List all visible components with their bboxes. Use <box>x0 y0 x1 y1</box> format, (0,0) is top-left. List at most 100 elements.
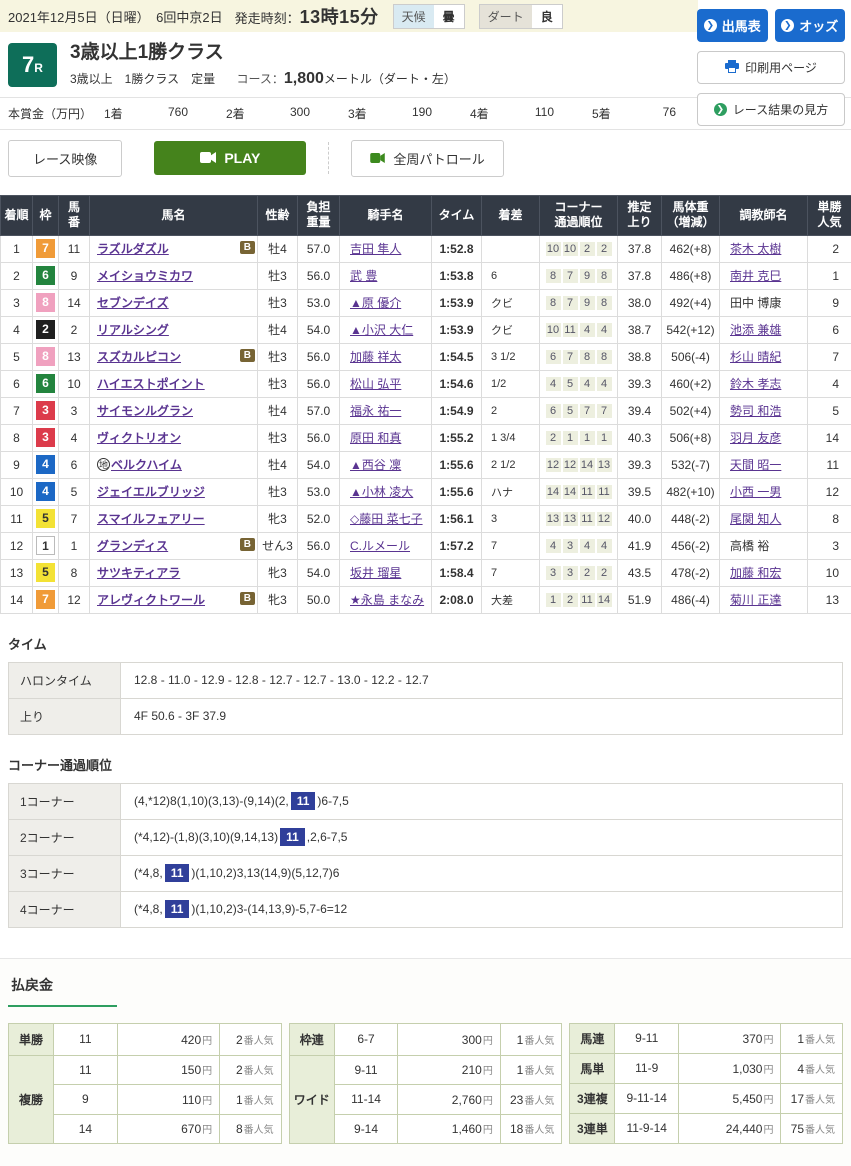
winner-number-highlight: 11 <box>165 864 190 882</box>
odds-button[interactable]: ❯ オッズ <box>775 9 846 42</box>
race-video-button[interactable]: レース映像 <box>8 140 122 177</box>
trainer-name-link[interactable]: 小西 一男 <box>730 485 781 499</box>
jockey-name-link[interactable]: 原田 和真 <box>350 431 401 445</box>
horse-name-link[interactable]: ラズルダズル <box>97 242 169 256</box>
margin: 3 <box>482 505 540 532</box>
play-button[interactable]: PLAY <box>154 141 306 175</box>
jockey-cell: ▲小林 凌大 <box>340 478 432 505</box>
corner-position: 12 <box>597 512 612 526</box>
horse-name-link[interactable]: サイモンルグラン <box>97 404 193 418</box>
corner-position: 8 <box>597 350 612 364</box>
payout-row: 単勝11420円2番人気 <box>9 1023 282 1055</box>
horse-name-link[interactable]: アレヴィクトワール <box>97 593 205 607</box>
trainer-name-link[interactable]: 池添 兼雄 <box>730 323 781 337</box>
column-header: 単勝人気 <box>808 195 851 235</box>
corner-position: 14 <box>546 485 561 499</box>
corner-position: 11 <box>597 485 612 499</box>
horse-weight: 506(+8) <box>662 424 720 451</box>
jockey-name-link[interactable]: ▲西谷 凜 <box>350 458 401 472</box>
jockey-name-link[interactable]: 加藤 祥太 <box>350 350 401 364</box>
sex-age: 牡4 <box>258 316 298 343</box>
trainer-name-link[interactable]: 尾関 知人 <box>730 512 781 526</box>
trainer-name-link[interactable]: 杉山 晴紀 <box>730 350 781 364</box>
jockey-name-link[interactable]: C.ルメール <box>350 539 410 553</box>
video-camera-icon <box>200 150 216 166</box>
horse-number: 10 <box>59 370 90 397</box>
horse-number: 2 <box>59 316 90 343</box>
trainer-name-link[interactable]: 天間 昭一 <box>730 458 781 472</box>
jockey-cell: 坂井 瑠星 <box>340 559 432 586</box>
chevron-circle-icon: ❯ <box>714 103 727 116</box>
patrol-video-button[interactable]: 全周パトロール <box>351 140 503 177</box>
sex-age: 牡3 <box>258 262 298 289</box>
result-guide-button[interactable]: ❯ レース結果の見方 <box>697 93 845 126</box>
trainer-name-link[interactable]: 勢司 和浩 <box>730 404 781 418</box>
jockey-name-link[interactable]: 吉田 隼人 <box>350 242 401 256</box>
horse-name-link[interactable]: ヴィクトリオン <box>97 431 181 445</box>
corner-order-text: (*4,8, <box>134 902 163 916</box>
jockey-name-link[interactable]: 松山 弘平 <box>350 377 401 391</box>
horse-name-link[interactable]: メイショウミカワ <box>97 269 193 283</box>
waku-badge: 8 <box>36 293 55 312</box>
horse-name-link[interactable]: スマイルフェアリー <box>97 512 205 526</box>
last-3f-time: 40.3 <box>618 424 662 451</box>
last-3f-time: 39.3 <box>618 370 662 397</box>
jockey-name-link[interactable]: ▲小沢 大仁 <box>350 323 413 337</box>
horse-name-link[interactable]: セブンデイズ <box>97 296 169 310</box>
trainer-name-link[interactable]: 羽月 友彦 <box>730 431 781 445</box>
payout-row: 3連複9-11-145,450円17番人気 <box>570 1083 843 1113</box>
horse-name-cell: メイショウミカワ <box>90 262 258 289</box>
jockey-name-link[interactable]: 坂井 瑠星 <box>350 566 401 580</box>
horse-name-link[interactable]: リアルシング <box>97 323 169 337</box>
corner-positions-cell: 6577 <box>540 397 618 424</box>
shutsuba-button[interactable]: ❯ 出馬表 <box>697 9 768 42</box>
corner-position: 1 <box>580 431 595 445</box>
column-header: 調教師名 <box>720 195 808 235</box>
margin: 3 1/2 <box>482 343 540 370</box>
horse-name-link[interactable]: サツキティアラ <box>97 566 180 580</box>
corner-position: 11 <box>580 593 595 607</box>
payout-popularity-value: 75 <box>791 1122 804 1136</box>
finish-position: 9 <box>1 451 33 478</box>
jockey-cell: 松山 弘平 <box>340 370 432 397</box>
prize-items: 1着7602着3003着1904着1105着76 <box>104 105 714 122</box>
jockey-name-link[interactable]: ▲原 優介 <box>350 296 401 310</box>
jockey-name-link[interactable]: ◇藤田 菜七子 <box>350 512 423 526</box>
sex-age: 牡3 <box>258 424 298 451</box>
course-distance: 1,800 <box>284 70 324 87</box>
trainer-name-link[interactable]: 鈴木 孝志 <box>730 377 781 391</box>
corner-position: 11 <box>563 323 578 337</box>
print-page-button[interactable]: 印刷用ページ <box>697 51 845 84</box>
corner-position: 7 <box>580 404 595 418</box>
jockey-name-link[interactable]: ★永島 まなみ <box>350 593 424 607</box>
yen-unit: 円 <box>763 1035 773 1046</box>
corner-order-text: ,2,6-7,5 <box>307 830 348 844</box>
horse-number: 14 <box>59 289 90 316</box>
horse-number: 5 <box>59 478 90 505</box>
time-section-title: タイム <box>8 634 843 653</box>
trainer-cell: 菊川 正達 <box>720 586 808 613</box>
start-time-value: 13時15分 <box>300 7 379 27</box>
horse-name-link[interactable]: ベルクハイム <box>111 458 182 472</box>
margin: 大差 <box>482 586 540 613</box>
horse-name-link[interactable]: ハイエストポイント <box>97 377 205 391</box>
weather-box: 天候 曇 <box>393 4 465 29</box>
prize-rank: 5着 <box>592 105 638 122</box>
trainer-name-link[interactable]: 加藤 和宏 <box>730 566 781 580</box>
trainer-name-link[interactable]: 菊川 正達 <box>730 593 781 607</box>
jockey-name-link[interactable]: ▲小林 凌大 <box>350 485 413 499</box>
corner-position: 9 <box>580 296 595 310</box>
table-row: 1711Bラズルダズル牡457.0吉田 隼人1:52.810102237.846… <box>1 235 851 262</box>
jockey-name-link[interactable]: 福永 祐一 <box>350 404 401 418</box>
horse-number: 11 <box>59 235 90 262</box>
finish-position: 3 <box>1 289 33 316</box>
horse-name-link[interactable]: スズカルピコン <box>97 350 181 364</box>
horse-weight: 460(+2) <box>662 370 720 397</box>
horse-name-link[interactable]: ジェイエルブリッジ <box>97 485 205 499</box>
jockey-name-link[interactable]: 武 豊 <box>350 269 377 283</box>
horse-name-link[interactable]: グランディス <box>97 539 168 553</box>
payout-popularity-value: 4 <box>797 1062 804 1076</box>
trainer-name-link[interactable]: 茶木 太樹 <box>730 242 781 256</box>
trainer-name-link[interactable]: 南井 克巳 <box>730 269 781 283</box>
corner-position: 3 <box>546 566 561 580</box>
